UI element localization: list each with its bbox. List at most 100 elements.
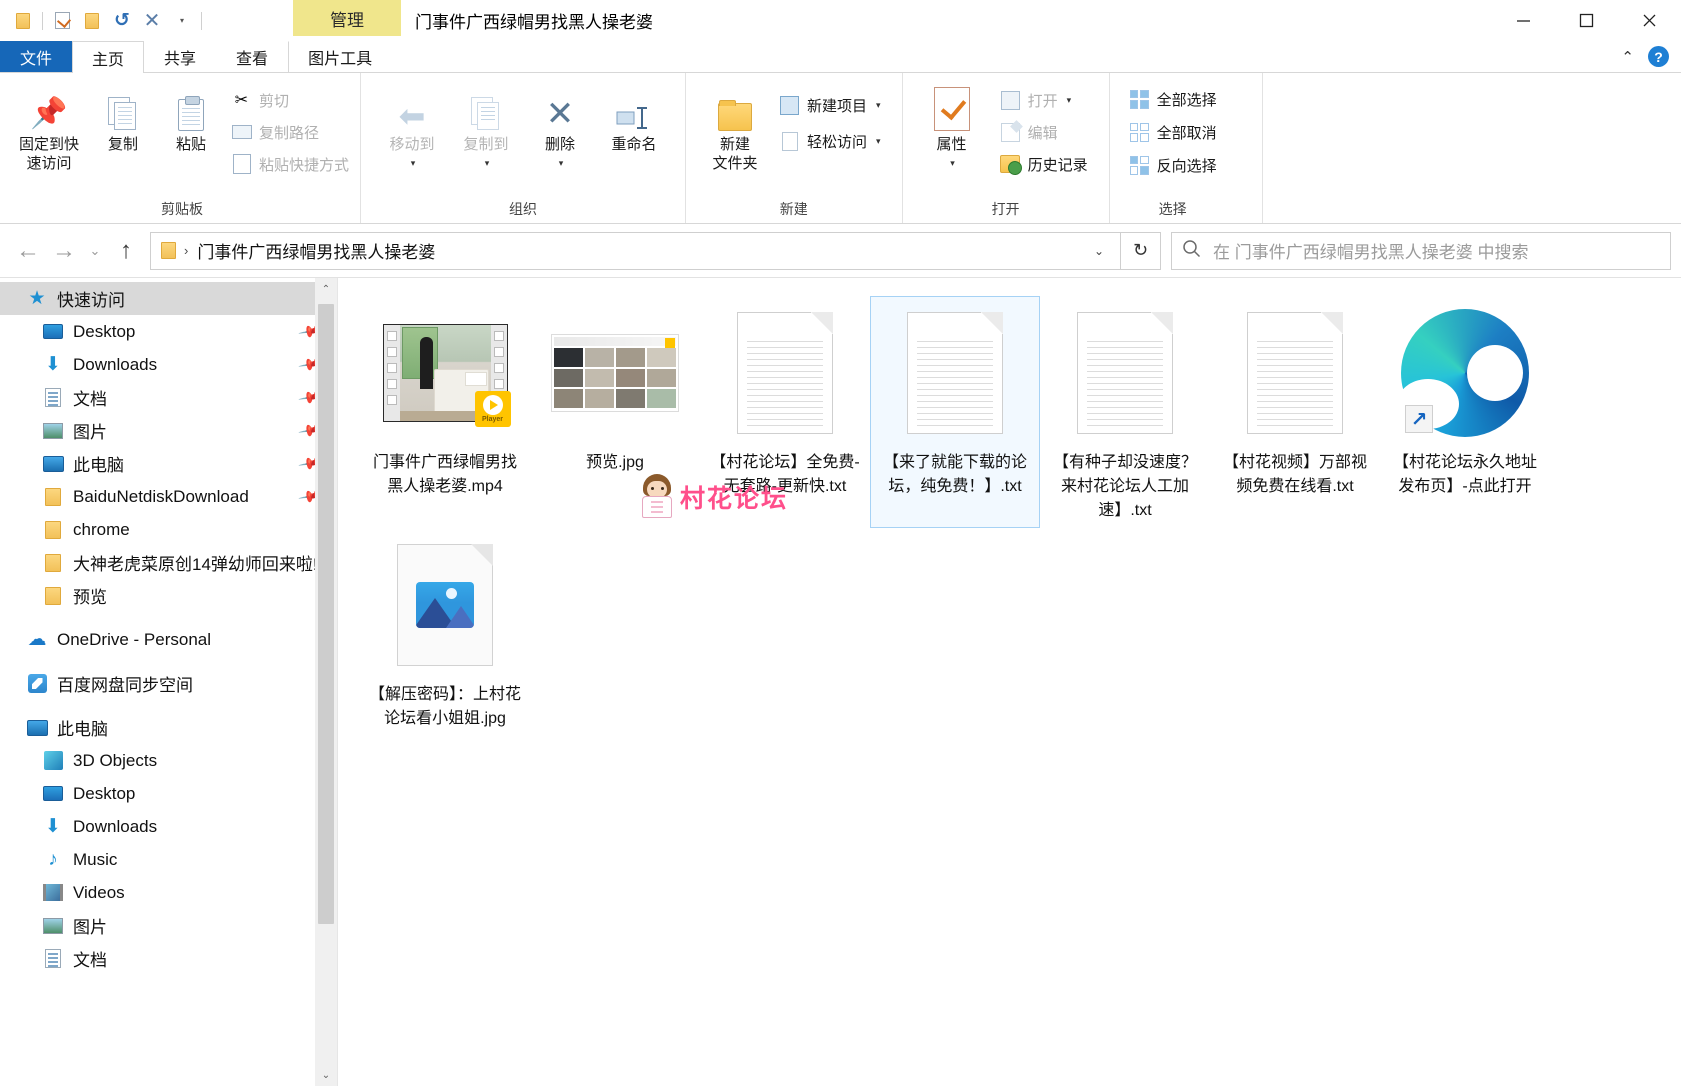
- sidebar-item-pictures[interactable]: 图片 📌: [0, 414, 337, 447]
- sidebar-item-music[interactable]: ♪ Music: [0, 843, 337, 876]
- breadcrumb[interactable]: › 门事件广西绿帽男找黑人操老婆 ⌄: [150, 232, 1121, 270]
- paste-button[interactable]: 粘贴: [158, 81, 224, 154]
- new-folder-button[interactable]: 新建 文件夹: [702, 81, 768, 173]
- sidebar-item-downloads[interactable]: ⬇ Downloads 📌: [0, 348, 337, 381]
- select-none-button[interactable]: 全部取消: [1124, 118, 1222, 146]
- paste-shortcut-button[interactable]: 粘贴快捷方式: [226, 150, 354, 178]
- scroll-down-icon[interactable]: ⌄: [315, 1064, 337, 1086]
- edit-icon: [1000, 122, 1021, 143]
- delete-button[interactable]: ✕ 删除 ▾: [527, 81, 593, 169]
- pin-to-quick-access-button[interactable]: 📌 固定到快 速访问: [10, 81, 88, 173]
- file-list-view[interactable]: Player 门事件广西绿帽男找黑人操老婆.mp4: [338, 278, 1681, 1086]
- new-item-button[interactable]: 新建项目 ▾: [774, 91, 886, 119]
- refresh-button[interactable]: ↻: [1121, 232, 1161, 270]
- sidebar-item-onedrive[interactable]: ☁ OneDrive - Personal: [0, 623, 337, 656]
- rename-button[interactable]: 重命名: [601, 81, 667, 154]
- file-item[interactable]: 【解压密码】：上村花论坛看小姐姐.jpg: [360, 528, 530, 743]
- undo-icon[interactable]: ↺: [107, 6, 137, 36]
- cut-button[interactable]: ✂ 剪切: [226, 86, 354, 114]
- open-dropdown-icon[interactable]: ▾: [1067, 95, 1072, 106]
- invert-selection-label: 反向选择: [1157, 155, 1217, 176]
- sidebar-item-desktop[interactable]: Desktop 📌: [0, 315, 337, 348]
- customize-qat-icon[interactable]: ▾: [167, 6, 197, 36]
- easy-access-dropdown-icon[interactable]: ▾: [876, 136, 881, 147]
- scrollbar-thumb[interactable]: [318, 304, 334, 924]
- collapse-ribbon-icon[interactable]: ⌃: [1621, 48, 1634, 66]
- up-button[interactable]: ↑: [108, 233, 144, 269]
- maximize-button[interactable]: [1555, 0, 1618, 41]
- breadcrumb-dropdown-icon[interactable]: ⌄: [1084, 244, 1114, 258]
- move-to-button[interactable]: ⬅ 移动到 ▾: [379, 81, 445, 169]
- new-item-dropdown-icon[interactable]: ▾: [876, 100, 881, 111]
- sidebar-item-videos[interactable]: Videos: [0, 876, 337, 909]
- ribbon-group-organize: ⬅ 移动到 ▾ 复制到 ▾ ✕ 删除: [360, 73, 685, 223]
- sidebar-item-baidunetdiskdownload[interactable]: BaiduNetdiskDownload 📌: [0, 480, 337, 513]
- search-input[interactable]: 在 门事件广西绿帽男找黑人操老婆 中搜索: [1213, 238, 1528, 263]
- sidebar-item-documents-pc[interactable]: 文档: [0, 942, 337, 975]
- sidebar-item-dashen[interactable]: 大神老虎菜原创14弹幼师回来啦!!!!: [0, 546, 337, 579]
- file-item[interactable]: 【有种子却没速度？来村花论坛人工加速】.txt: [1040, 296, 1210, 528]
- folder-icon[interactable]: [8, 6, 38, 36]
- sidebar-item-documents[interactable]: 文档 📌: [0, 381, 337, 414]
- open-button[interactable]: 打开 ▾: [995, 86, 1093, 114]
- copy-button[interactable]: 复制: [90, 81, 156, 154]
- file-item[interactable]: 【来了就能下载的论坛，纯免费！】.txt: [870, 296, 1040, 528]
- invert-selection-button[interactable]: 反向选择: [1124, 151, 1222, 179]
- new-folder-icon[interactable]: [77, 6, 107, 36]
- sidebar-item-label: 大神老虎菜原创14弹幼师回来啦!!!!: [73, 550, 332, 575]
- sidebar-item-chrome[interactable]: chrome: [0, 513, 337, 546]
- close-button[interactable]: [1618, 0, 1681, 41]
- sidebar-item-this-pc[interactable]: 此电脑: [0, 711, 337, 744]
- select-all-button[interactable]: 全部选择: [1124, 85, 1222, 113]
- file-item[interactable]: Player 门事件广西绿帽男找黑人操老婆.mp4: [360, 296, 530, 528]
- forward-button[interactable]: →: [46, 233, 82, 269]
- open-group-label: 打开: [919, 199, 1093, 223]
- help-icon[interactable]: ?: [1648, 46, 1669, 67]
- paste-shortcut-icon: [231, 154, 252, 175]
- minimize-button[interactable]: [1492, 0, 1555, 41]
- tab-home[interactable]: 主页: [72, 41, 144, 73]
- ribbon-group-select: 全部选择 全部取消 反向选择 选择: [1109, 73, 1262, 223]
- properties-icon[interactable]: [47, 6, 77, 36]
- copy-path-button[interactable]: 复制路径: [226, 118, 354, 146]
- easy-access-button[interactable]: 轻松访问 ▾: [774, 127, 886, 155]
- sidebar-item-downloads-pc[interactable]: ⬇ Downloads: [0, 810, 337, 843]
- sidebar-item-baidu-sync[interactable]: 百度网盘同步空间: [0, 667, 337, 700]
- this-pc-icon: [42, 453, 64, 475]
- navigation-scrollbar[interactable]: ⌃ ⌄: [315, 278, 337, 1086]
- search-box[interactable]: 在 门事件广西绿帽男找黑人操老婆 中搜索: [1171, 232, 1671, 270]
- sidebar-item-label: 文档: [73, 385, 107, 410]
- sidebar-item-3d-objects[interactable]: 3D Objects: [0, 744, 337, 777]
- select-all-icon: [1129, 89, 1150, 110]
- navigation-list: ★ 快速访问 Desktop 📌 ⬇ Downloads 📌 文档 📌: [0, 278, 337, 975]
- back-button[interactable]: ←: [10, 233, 46, 269]
- scroll-up-icon[interactable]: ⌃: [315, 278, 337, 300]
- tab-view[interactable]: 查看: [216, 41, 288, 72]
- properties-dropdown-icon[interactable]: ▾: [950, 158, 955, 169]
- sidebar-item-quick-access[interactable]: ★ 快速访问: [0, 282, 337, 315]
- copy-to-icon: [471, 85, 501, 131]
- picture-tools-contextual-tab[interactable]: 管理: [293, 0, 401, 36]
- tab-picture-tools[interactable]: 图片工具: [288, 41, 392, 72]
- delete-icon[interactable]: ✕: [137, 6, 167, 36]
- move-to-dropdown-icon[interactable]: ▾: [411, 158, 416, 169]
- delete-dropdown-icon[interactable]: ▾: [559, 158, 564, 169]
- copy-to-button[interactable]: 复制到 ▾: [453, 81, 519, 169]
- sidebar-item-pictures-pc[interactable]: 图片: [0, 909, 337, 942]
- sidebar-item-label: Desktop: [73, 784, 135, 804]
- sidebar-item-desktop-pc[interactable]: Desktop: [0, 777, 337, 810]
- properties-button[interactable]: 属性 ▾: [919, 81, 985, 169]
- sidebar-item-label: 百度网盘同步空间: [57, 671, 193, 696]
- sidebar-item-label: Downloads: [73, 817, 157, 837]
- desktop-icon: [42, 783, 64, 805]
- tab-file[interactable]: 文件: [0, 41, 72, 72]
- sidebar-item-preview[interactable]: 预览: [0, 579, 337, 612]
- edit-button[interactable]: 编辑: [995, 118, 1093, 146]
- file-item[interactable]: 【村花视频】万部视频免费在线看.txt: [1210, 296, 1380, 528]
- file-item[interactable]: ↗ 【村花论坛永久地址发布页】-点此打开: [1380, 296, 1550, 528]
- recent-locations-button[interactable]: ⌄: [82, 233, 108, 269]
- history-button[interactable]: 历史记录: [995, 150, 1093, 178]
- tab-share[interactable]: 共享: [144, 41, 216, 72]
- sidebar-item-this-pc-qa[interactable]: 此电脑 📌: [0, 447, 337, 480]
- copy-to-dropdown-icon[interactable]: ▾: [485, 158, 490, 169]
